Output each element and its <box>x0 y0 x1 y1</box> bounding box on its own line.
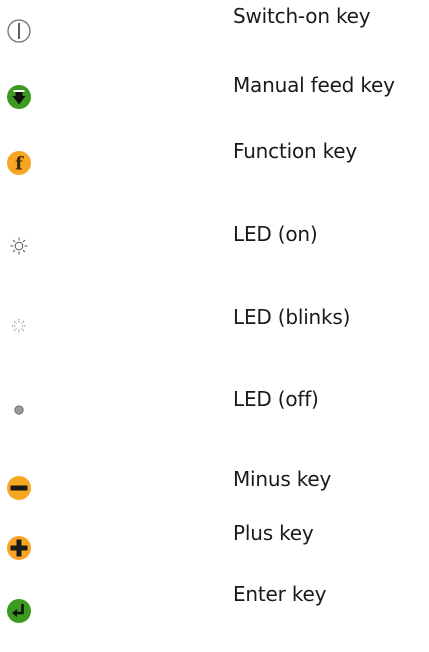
plus-key-icon <box>6 535 32 561</box>
legend-row-led-blinks: LED (blinks) <box>0 305 429 355</box>
legend-row-led-on: LED (on) <box>0 222 429 273</box>
led-on-icon <box>6 233 32 259</box>
minus-key-icon <box>6 475 32 501</box>
legend-row-minus: Minus key <box>0 467 429 514</box>
legend-label: LED (off) <box>233 387 319 411</box>
svg-text:f: f <box>15 154 24 175</box>
legend-row-enter: Enter key <box>0 582 429 637</box>
key-legend: Switch-on key Manual feed key f Function… <box>0 0 429 652</box>
legend-row-plus: Plus key <box>0 521 429 573</box>
legend-row-switch-on: Switch-on key <box>0 4 429 56</box>
legend-row-manual-feed: Manual feed key <box>0 73 429 122</box>
function-key-icon: f <box>6 150 32 176</box>
legend-row-led-off: LED (off) <box>0 387 429 437</box>
legend-label: Minus key <box>233 467 332 491</box>
legend-label: Enter key <box>233 582 327 606</box>
legend-label: Function key <box>233 139 358 163</box>
led-off-icon <box>6 397 32 423</box>
switch-on-key-icon <box>6 18 32 44</box>
legend-row-function: f Function key <box>0 139 429 188</box>
led-blinks-icon <box>6 313 32 339</box>
legend-label: Plus key <box>233 521 314 545</box>
legend-label: Switch-on key <box>233 4 371 28</box>
legend-label: Manual feed key <box>233 73 395 97</box>
manual-feed-key-icon <box>6 84 32 110</box>
legend-label: LED (blinks) <box>233 305 351 329</box>
legend-label: LED (on) <box>233 222 318 246</box>
enter-key-icon <box>6 598 32 624</box>
